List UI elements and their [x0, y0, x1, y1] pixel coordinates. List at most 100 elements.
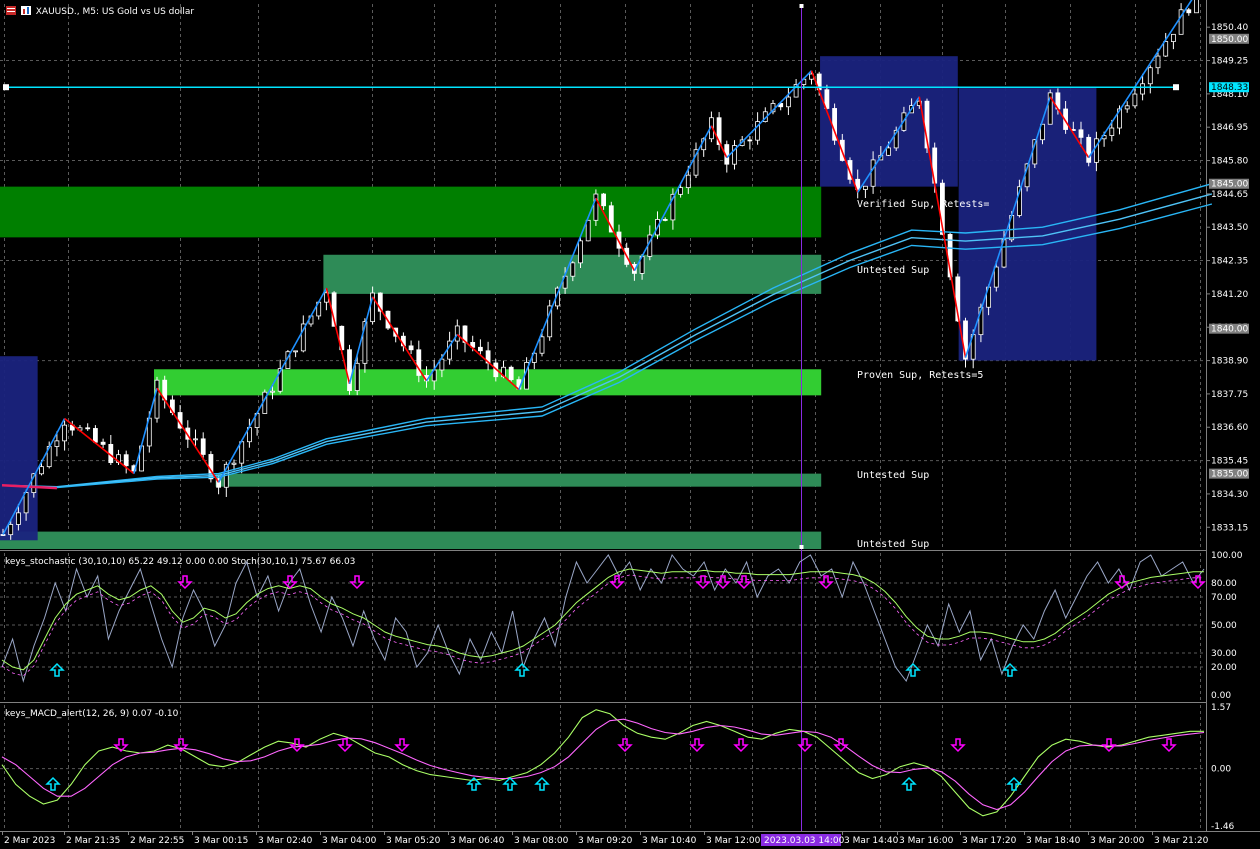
candle-body: [1109, 127, 1115, 136]
candle-body: [678, 187, 683, 195]
symbol-description: US Gold vs US dollar: [101, 7, 195, 17]
price-label: 1835.00: [1211, 470, 1248, 480]
y-tick-label: 1841.20: [1211, 290, 1248, 300]
candle-body: [593, 193, 599, 221]
x-tick-label: 3 Mar 06:40: [450, 836, 505, 846]
candle-body: [1124, 105, 1130, 110]
x-tick-label: 2 Mar 2023: [4, 836, 55, 846]
price-label: 1840.00: [1211, 325, 1248, 335]
candle-body: [1086, 136, 1092, 163]
range-box: [820, 56, 958, 187]
candle-body: [786, 96, 791, 108]
x-tick-label: 2 Mar 21:35: [66, 836, 120, 846]
y-tick-label: 1833.15: [1211, 523, 1248, 533]
candle-body: [54, 440, 60, 447]
y-tick-label: 1846.95: [1211, 123, 1248, 133]
candle-body: [508, 366, 514, 380]
y-tick-label: 1842.35: [1211, 257, 1248, 267]
candle-body: [347, 349, 352, 391]
candle-body: [886, 147, 891, 156]
chart-canvas[interactable]: Verified Sup, Retests= Untested Sup Proven…: [0, 0, 1260, 849]
cursor-handle: [799, 4, 804, 8]
candle-body: [123, 454, 129, 467]
candle-body: [1140, 83, 1145, 95]
x-tick-label: 3 Mar 20:00: [1090, 836, 1145, 846]
cursor-handle: [799, 545, 804, 549]
candle-body: [585, 219, 591, 242]
candle-body: [239, 441, 245, 464]
candle-body: [870, 159, 876, 187]
zone-label: Untested Sup: [857, 470, 929, 481]
zone-label: Verified Sup, Retests=: [857, 199, 989, 210]
candle-body: [100, 441, 106, 445]
candle-body: [1171, 33, 1176, 42]
candle-body: [231, 462, 237, 465]
candle-body: [85, 427, 91, 430]
stochastic-tick-label: 20.00: [1211, 663, 1237, 673]
stochastic-tick-label: 50.00: [1211, 621, 1237, 631]
zone-label: Untested Sup: [857, 265, 929, 276]
x-tick-label: 3 Mar 05:20: [386, 836, 441, 846]
stochastic-title: keys_stochastic (30,10,10) 65.22 49.12 0…: [5, 557, 355, 567]
candle-body: [293, 350, 299, 353]
candle-body: [477, 346, 483, 352]
x-tick-label: 3 Mar 16:00: [899, 836, 954, 846]
candle-body: [1163, 41, 1169, 57]
y-tick-label: 1837.75: [1211, 390, 1248, 400]
stochastic-tick-label: 0.00: [1211, 691, 1231, 701]
price-label: 1848.33: [1211, 83, 1248, 93]
x-tick-label: 3 Mar 21:20: [1154, 836, 1209, 846]
candle-body: [200, 438, 206, 455]
chart-type-icon[interactable]: [6, 6, 16, 15]
zone-rect: [154, 369, 822, 396]
stochastic-tick-label: 70.00: [1211, 593, 1237, 603]
zone-rect: [0, 186, 822, 238]
x-tick-label: 3 Mar 10:40: [642, 836, 697, 846]
chart-header: XAUUSD., M5: US Gold vs US dollar: [6, 6, 194, 17]
line-handle: [3, 84, 9, 91]
zone-label: Untested Sup: [857, 539, 929, 550]
line-handle: [1173, 84, 1179, 91]
candle-body: [539, 336, 545, 354]
macd-tick-label: 1.57: [1211, 703, 1231, 713]
y-tick-label: 1845.80: [1211, 157, 1248, 167]
candle-body: [39, 466, 44, 475]
y-tick-label: 1835.45: [1211, 457, 1248, 467]
candle-body: [570, 262, 576, 277]
macd-title: keys_MACD_alert(12, 26, 9) 0.07 -0.10: [5, 709, 179, 719]
zone-rect: [215, 473, 822, 487]
stochastic-tick-label: 30.00: [1211, 649, 1237, 659]
candle-body: [62, 424, 67, 442]
candle-body: [1155, 55, 1161, 69]
candle-body: [685, 174, 691, 189]
stochastic-tick-label: 80.00: [1211, 579, 1237, 589]
candle-body: [1147, 67, 1153, 85]
x-tick-label: 3 Mar 12:00: [706, 836, 761, 846]
x-tick-label: 3 Mar 18:40: [1026, 836, 1081, 846]
candle-body: [8, 524, 14, 536]
candle-body: [23, 492, 29, 514]
x-tick-label: 3 Mar 17:20: [962, 836, 1017, 846]
candle-body: [863, 185, 868, 190]
x-tick-label: 3 Mar 00:15: [194, 836, 248, 846]
macd-tick-label: 0.00: [1211, 765, 1231, 775]
symbol-name: XAUUSD.: [35, 7, 77, 17]
candle-body: [662, 219, 668, 221]
candle-body: [1194, 0, 1199, 14]
candle-body: [747, 139, 753, 142]
zone-label: Proven Sup, Retests=5: [857, 370, 983, 381]
x-tick-label: 2 Mar 22:55: [130, 836, 184, 846]
x-tick-label: 3 Mar 09:20: [578, 836, 633, 846]
candle-body: [993, 266, 999, 288]
candle-body: [1186, 9, 1192, 14]
stochastic-tick-label: 100.00: [1211, 551, 1243, 561]
y-tick-label: 1850.40: [1211, 23, 1248, 33]
cursor-time-label: 2023.03.03 14:00: [764, 836, 845, 846]
bar-chart-icon[interactable]: [20, 6, 31, 15]
x-tick-label: 3 Mar 02:40: [258, 836, 313, 846]
price-label: 1845.00: [1211, 180, 1248, 190]
candle-body: [408, 345, 414, 351]
timeframe: M5: [82, 7, 97, 17]
y-tick-label: 1844.65: [1211, 190, 1248, 200]
y-tick-label: 1843.50: [1211, 223, 1248, 233]
